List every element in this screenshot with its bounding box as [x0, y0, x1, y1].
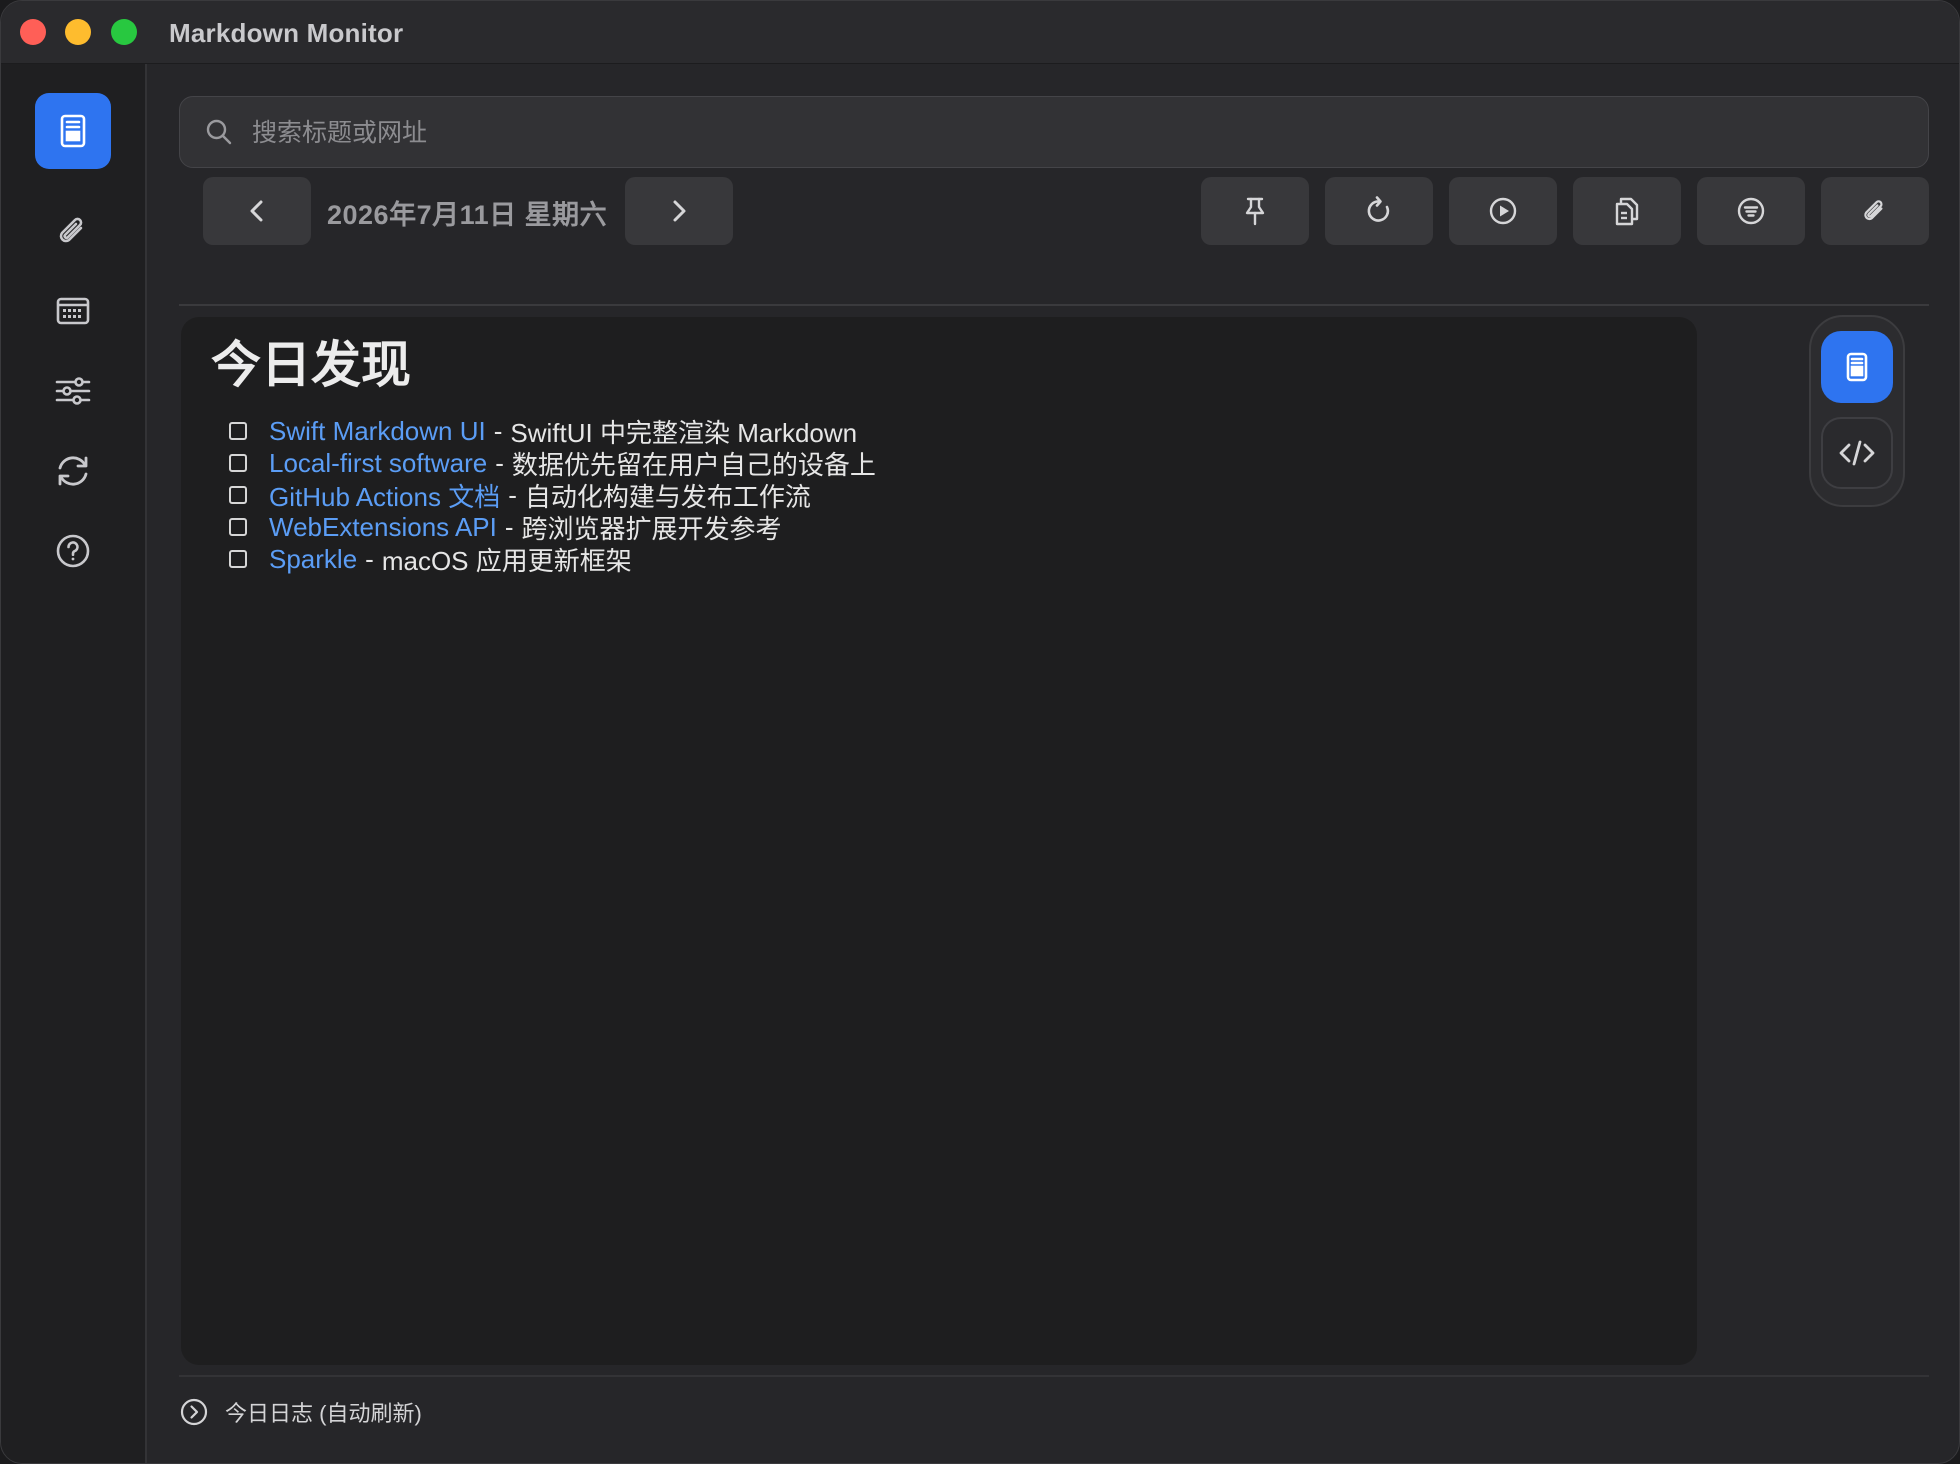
paperclip-icon: [1864, 200, 1883, 221]
item-link[interactable]: Local-first software: [269, 448, 487, 479]
current-date-label: 2026年7月11日 星期六: [327, 200, 608, 230]
calendar-icon: [56, 297, 90, 325]
separator: -: [508, 479, 517, 510]
list-item: WebExtensions API - 跨浏览器扩展开发参考: [229, 511, 876, 544]
footer-status-label: 今日日志 (自动刷新): [225, 1401, 422, 1426]
item-link[interactable]: WebExtensions API: [269, 512, 497, 543]
refresh-button[interactable]: [1325, 177, 1433, 245]
footer-divider: [179, 1375, 1929, 1377]
copy-button[interactable]: [1573, 177, 1681, 245]
document-icon: [60, 114, 86, 148]
item-description: macOS 应用更新框架: [381, 545, 632, 576]
sliders-icon: [55, 377, 91, 405]
sidebar-item-sync[interactable]: [35, 433, 111, 509]
item-link[interactable]: Swift Markdown UI: [269, 416, 486, 447]
checkbox[interactable]: [229, 486, 247, 504]
page-heading: 今日发现: [211, 337, 411, 393]
toolbar-divider: [179, 304, 1929, 306]
document-icon: [1846, 352, 1868, 382]
filter-icon: [1737, 197, 1765, 225]
zoom-window-button[interactable]: [111, 19, 137, 45]
app-window: Markdown Monitor 搜索标题或网址 2026年7月11日 星期六 …: [0, 0, 1960, 1464]
list-item: Local-first software - 数据优先留在用户自己的设备上: [229, 447, 876, 480]
list-item: Swift Markdown UI - SwiftUI 中完整渲染 Markdo…: [229, 415, 876, 448]
separator: -: [493, 415, 503, 446]
minimize-window-button[interactable]: [65, 19, 91, 45]
play-icon: [1489, 197, 1517, 225]
chevron-left-icon: [250, 200, 263, 222]
sidebar-item-help[interactable]: [35, 513, 111, 589]
view-mode-toggle: [1809, 315, 1905, 507]
pin-icon: [1245, 197, 1265, 226]
checkbox[interactable]: [229, 422, 247, 440]
item-link[interactable]: Sparkle: [269, 544, 357, 575]
source-mode-button[interactable]: [1821, 417, 1893, 489]
search-input[interactable]: [250, 97, 1854, 169]
filter-button[interactable]: [1697, 177, 1805, 245]
separator: -: [365, 543, 374, 574]
sidebar-item-calendar[interactable]: [35, 273, 111, 349]
sidebar-item-settings[interactable]: [35, 353, 111, 429]
previous-day-button[interactable]: [203, 177, 311, 245]
checkbox[interactable]: [229, 518, 247, 536]
checkbox[interactable]: [229, 550, 247, 568]
code-icon: [1839, 440, 1875, 466]
checkbox[interactable]: [229, 454, 247, 472]
list-item: Sparkle - macOS 应用更新框架: [229, 543, 876, 576]
separator: -: [495, 447, 504, 478]
title-bar: Markdown Monitor: [1, 1, 1959, 64]
close-window-button[interactable]: [20, 19, 46, 45]
refresh-icon: [1367, 196, 1390, 222]
markdown-preview: 今日发现 Swift Markdown UI - SwiftUI 中完整渲染 M…: [181, 317, 1697, 1365]
play-button[interactable]: [1449, 177, 1557, 245]
help-icon: [56, 534, 90, 568]
sync-icon: [58, 456, 88, 486]
item-link[interactable]: GitHub Actions 文档: [269, 477, 500, 514]
search-icon: [206, 119, 232, 145]
preview-mode-button[interactable]: [1821, 331, 1893, 403]
list-item: GitHub Actions 文档 - 自动化构建与发布工作流: [229, 477, 876, 514]
footer-status[interactable]: 今日日志 (自动刷新): [179, 1394, 422, 1430]
sidebar: [1, 64, 147, 1463]
copy-icon: [1615, 197, 1639, 226]
search-bar[interactable]: [179, 96, 1929, 169]
sidebar-item-attachments[interactable]: [35, 193, 111, 269]
pin-button[interactable]: [1201, 177, 1309, 245]
sidebar-item-document[interactable]: [35, 93, 111, 169]
window-title: Markdown Monitor: [169, 18, 404, 48]
next-day-button[interactable]: [625, 177, 733, 245]
chevron-circle-icon: [180, 1398, 208, 1426]
separator: -: [504, 511, 514, 542]
checklist: Swift Markdown UI - SwiftUI 中完整渲染 Markdo…: [229, 415, 876, 576]
attach-button[interactable]: [1821, 177, 1929, 245]
paperclip-icon: [59, 217, 83, 243]
chevron-right-icon: [673, 200, 686, 222]
